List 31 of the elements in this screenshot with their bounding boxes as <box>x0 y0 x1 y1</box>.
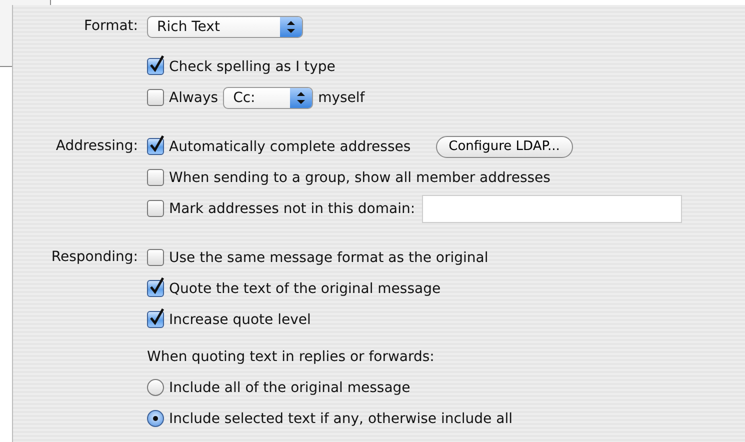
group-caption: When quoting text in replies or forwards: <box>147 348 434 364</box>
radio-button[interactable] <box>147 410 164 427</box>
checkbox[interactable] <box>147 249 164 266</box>
checkbox-label: Check spelling as I type <box>169 58 336 74</box>
stepper-arrows-icon <box>297 92 306 104</box>
checkbox[interactable] <box>147 311 164 328</box>
section-label: Addressing: <box>54 137 138 156</box>
checkbox[interactable] <box>147 58 164 75</box>
section-label: Responding: <box>50 248 138 267</box>
checkbox-label: Mark addresses not in this domain: <box>169 200 416 216</box>
section-label: Format: <box>82 17 138 36</box>
checkbox[interactable] <box>147 169 164 186</box>
domain-field[interactable] <box>422 194 682 222</box>
checkbox-label: When sending to a group, show all member addresses <box>169 170 550 186</box>
radio-label: Include selected text if any, otherwise include all <box>169 410 512 426</box>
checkbox-label: Quote the text of the original message <box>169 280 441 296</box>
checkbox-label: myself <box>318 90 365 106</box>
checkbox-label: Increase quote level <box>169 312 311 328</box>
checkbox[interactable] <box>147 138 164 155</box>
popup-menu[interactable]: Rich Text <box>147 16 303 38</box>
checkbox-label: Automatically complete addresses <box>169 138 411 154</box>
checkbox-label: Always <box>169 90 218 106</box>
radio-button[interactable] <box>147 379 164 396</box>
checkbox[interactable] <box>147 89 164 106</box>
checkbox[interactable] <box>147 200 164 217</box>
checkbox[interactable] <box>147 280 164 297</box>
checkbox-label: Use the same message format as the original <box>169 250 488 266</box>
stepper-arrows-icon <box>287 21 295 33</box>
configure-button[interactable]: Configure LDAP... <box>436 136 573 158</box>
popup-menu[interactable]: Cc: <box>223 86 314 108</box>
radio-label: Include all of the original message <box>169 380 410 396</box>
